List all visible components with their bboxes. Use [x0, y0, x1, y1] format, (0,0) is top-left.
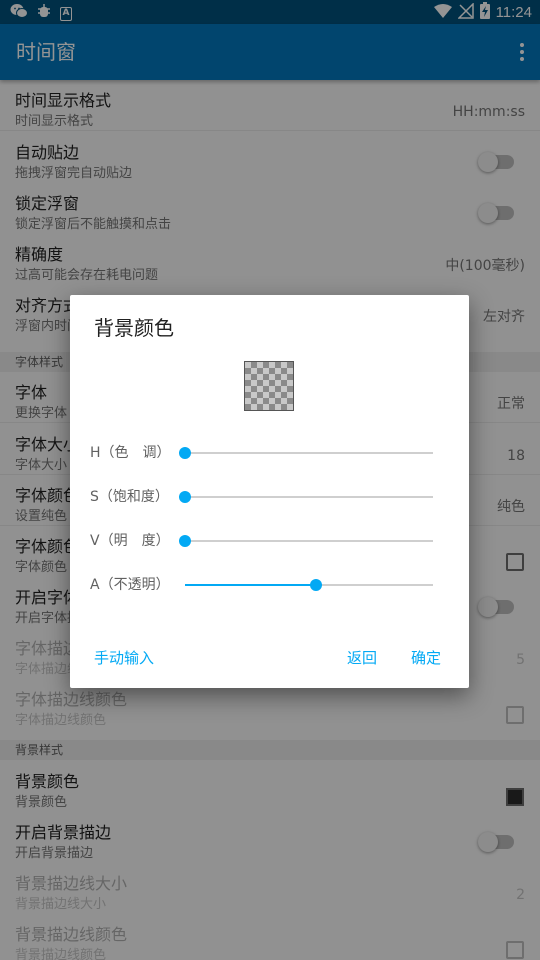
slider-fill [185, 584, 317, 586]
dialog-title: 背景颜色 [94, 316, 174, 340]
color-picker-dialog: 背景颜色 H（色 调） S（饱和度） V（明 度） A（不透明） 手动输入 返回… [70, 295, 469, 688]
slider-alpha[interactable]: A（不透明） [90, 573, 450, 597]
manual-input-button[interactable]: 手动输入 [94, 649, 154, 667]
back-button[interactable]: 返回 [347, 649, 377, 667]
confirm-button[interactable]: 确定 [411, 649, 441, 667]
color-preview [244, 361, 294, 411]
slider-track[interactable] [179, 491, 433, 503]
slider-hue[interactable]: H（色 调） [90, 441, 450, 465]
slider-thumb[interactable] [179, 491, 191, 503]
slider-thumb[interactable] [310, 579, 323, 591]
slider-label: H（色 调） [90, 445, 171, 461]
slider-thumb[interactable] [179, 447, 191, 459]
slider-label: S（饱和度） [90, 489, 169, 505]
slider-track[interactable] [179, 535, 433, 547]
slider-label: V（明 度） [90, 533, 170, 549]
slider-track[interactable] [185, 579, 433, 591]
slider-saturation[interactable]: S（饱和度） [90, 485, 450, 509]
slider-thumb[interactable] [179, 535, 191, 547]
slider-track[interactable] [179, 447, 433, 459]
slider-value[interactable]: V（明 度） [90, 529, 450, 553]
slider-label: A（不透明） [90, 577, 170, 593]
